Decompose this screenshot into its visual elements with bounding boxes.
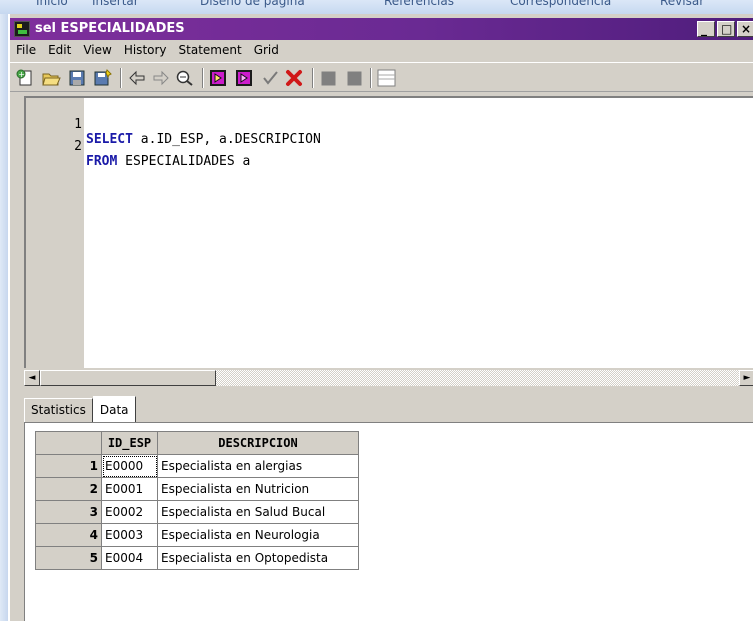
title-bar[interactable]: sel ESPECIALIDADES _ □ × bbox=[10, 18, 753, 40]
minimize-icon: _ bbox=[701, 22, 707, 36]
screen: Inicio Insertar Diseño de página Referen… bbox=[0, 0, 753, 621]
column-header-id-esp[interactable]: ID_ESP bbox=[101, 431, 158, 455]
menu-file[interactable]: File bbox=[10, 43, 42, 57]
disabled-square-icon bbox=[320, 70, 337, 87]
cell-descripcion[interactable]: Especialista en Neurologia bbox=[157, 523, 359, 547]
cell-id-esp[interactable]: E0003 bbox=[101, 523, 158, 547]
forward-arrow-icon bbox=[153, 70, 169, 86]
row-number[interactable]: 3 bbox=[35, 500, 102, 524]
commit-button[interactable] bbox=[260, 68, 282, 88]
code-line: 2 FROM ESPECIALIDADES a bbox=[26, 124, 250, 169]
table-row: 1 E0000 Especialista en alergias bbox=[35, 454, 359, 478]
find-icon bbox=[176, 70, 193, 86]
menu-view[interactable]: View bbox=[77, 43, 117, 57]
cell-descripcion[interactable]: Especialista en Salud Bucal bbox=[157, 500, 359, 524]
scroll-thumb[interactable] bbox=[40, 370, 216, 386]
grid-header-row: ID_ESP DESCRIPCION bbox=[35, 431, 359, 455]
save-as-button[interactable] bbox=[92, 68, 114, 88]
menu-grid[interactable]: Grid bbox=[248, 43, 285, 57]
disabled-tool-button[interactable] bbox=[344, 68, 366, 88]
sql-editor[interactable]: 1 SELECT a.ID_ESP, a.DESCRIPCION 2 FROM … bbox=[24, 96, 753, 368]
row-number[interactable]: 5 bbox=[35, 546, 102, 570]
cell-descripcion[interactable]: Especialista en alergias bbox=[157, 454, 359, 478]
maximize-button[interactable]: □ bbox=[717, 21, 735, 37]
execute-icon bbox=[210, 70, 226, 86]
cell-descripcion[interactable]: Especialista en Optopedista bbox=[157, 546, 359, 570]
table-row: 4 E0003 Especialista en Neurologia bbox=[35, 523, 359, 547]
column-header-descripcion[interactable]: DESCRIPCION bbox=[157, 431, 359, 455]
menu-edit[interactable]: Edit bbox=[42, 43, 77, 57]
cell-descripcion[interactable]: Especialista en Nutricion bbox=[157, 477, 359, 501]
window-title: sel ESPECIALIDADES bbox=[35, 21, 185, 36]
new-sql-icon: + bbox=[16, 69, 32, 86]
single-record-view-button[interactable] bbox=[376, 68, 398, 88]
open-folder-icon bbox=[42, 73, 61, 86]
cell-id-esp[interactable]: E0000 bbox=[101, 454, 158, 478]
history-forward-button[interactable] bbox=[150, 68, 172, 88]
execute-button[interactable] bbox=[208, 68, 230, 88]
cell-id-esp[interactable]: E0001 bbox=[101, 477, 158, 501]
execute-step-icon bbox=[236, 70, 252, 86]
execute-step-button[interactable] bbox=[234, 68, 256, 88]
row-number[interactable]: 2 bbox=[35, 477, 102, 501]
menu-bar: File Edit View History Statement Grid bbox=[10, 40, 753, 60]
grid-corner[interactable] bbox=[35, 431, 102, 455]
rollback-button[interactable] bbox=[284, 68, 306, 88]
menu-history[interactable]: History bbox=[118, 43, 173, 57]
background-document-edge bbox=[0, 14, 8, 621]
scroll-right-button[interactable]: ► bbox=[739, 370, 753, 386]
close-icon: × bbox=[741, 22, 752, 36]
history-back-button[interactable] bbox=[126, 68, 148, 88]
app-icon bbox=[14, 21, 30, 37]
menu-statement[interactable]: Statement bbox=[173, 43, 248, 57]
disabled-tool-button[interactable] bbox=[318, 68, 340, 88]
toolbar: + bbox=[10, 62, 753, 92]
result-tabs: Statistics Data bbox=[24, 396, 136, 422]
table-row: 2 E0001 Especialista en Nutricion bbox=[35, 477, 359, 501]
rollback-x-icon bbox=[286, 70, 302, 86]
row-number[interactable]: 1 bbox=[35, 454, 102, 478]
tab-statistics[interactable]: Statistics bbox=[24, 398, 93, 422]
maximize-icon: □ bbox=[721, 22, 733, 36]
sql-window: sel ESPECIALIDADES _ □ × File Edit View … bbox=[8, 14, 753, 621]
single-record-view-icon bbox=[377, 69, 396, 87]
sql-keyword: SELECT bbox=[86, 132, 133, 147]
open-button[interactable] bbox=[40, 68, 62, 88]
ribbon-tab[interactable]: Insertar bbox=[92, 0, 139, 8]
ribbon-tab[interactable]: Revisar bbox=[660, 0, 704, 8]
table-row: 5 E0004 Especialista en Optopedista bbox=[35, 546, 359, 570]
editor-horizontal-scrollbar[interactable]: ◄ ► bbox=[24, 370, 753, 386]
save-as-icon bbox=[94, 69, 112, 86]
ribbon-tab[interactable]: Inicio bbox=[36, 0, 68, 8]
save-icon bbox=[69, 70, 85, 86]
line-number: 2 bbox=[74, 139, 82, 154]
save-button[interactable] bbox=[66, 68, 88, 88]
cell-id-esp[interactable]: E0004 bbox=[101, 546, 158, 570]
sql-keyword: FROM bbox=[86, 154, 118, 169]
scroll-left-button[interactable]: ◄ bbox=[24, 370, 40, 386]
svg-text:+: + bbox=[18, 70, 25, 79]
sql-text: ESPECIALIDADES a bbox=[117, 154, 251, 169]
ribbon-tab[interactable]: Referencias bbox=[384, 0, 454, 8]
close-button[interactable]: × bbox=[737, 21, 753, 37]
ribbon-tab[interactable]: Correspondencia bbox=[510, 0, 611, 8]
commit-check-icon bbox=[263, 71, 278, 85]
disabled-square-icon bbox=[346, 70, 363, 87]
row-number[interactable]: 4 bbox=[35, 523, 102, 547]
result-grid: ID_ESP DESCRIPCION 1 E0000 Especialista … bbox=[35, 431, 359, 570]
code-line: 1 SELECT a.ID_ESP, a.DESCRIPCION bbox=[26, 102, 321, 147]
find-button[interactable] bbox=[174, 68, 196, 88]
sql-text: a.ID_ESP, a.DESCRIPCION bbox=[132, 132, 321, 147]
tab-data[interactable]: Data bbox=[92, 396, 136, 422]
table-row: 3 E0002 Especialista en Salud Bucal bbox=[35, 500, 359, 524]
back-arrow-icon bbox=[129, 70, 145, 86]
ribbon-tab[interactable]: Diseño de página bbox=[200, 0, 305, 8]
background-word-ribbon: Inicio Insertar Diseño de página Referen… bbox=[0, 0, 753, 14]
cell-id-esp[interactable]: E0002 bbox=[101, 500, 158, 524]
result-grid-area: ID_ESP DESCRIPCION 1 E0000 Especialista … bbox=[24, 422, 753, 621]
minimize-button[interactable]: _ bbox=[697, 21, 715, 37]
new-sql-button[interactable]: + bbox=[14, 68, 36, 88]
